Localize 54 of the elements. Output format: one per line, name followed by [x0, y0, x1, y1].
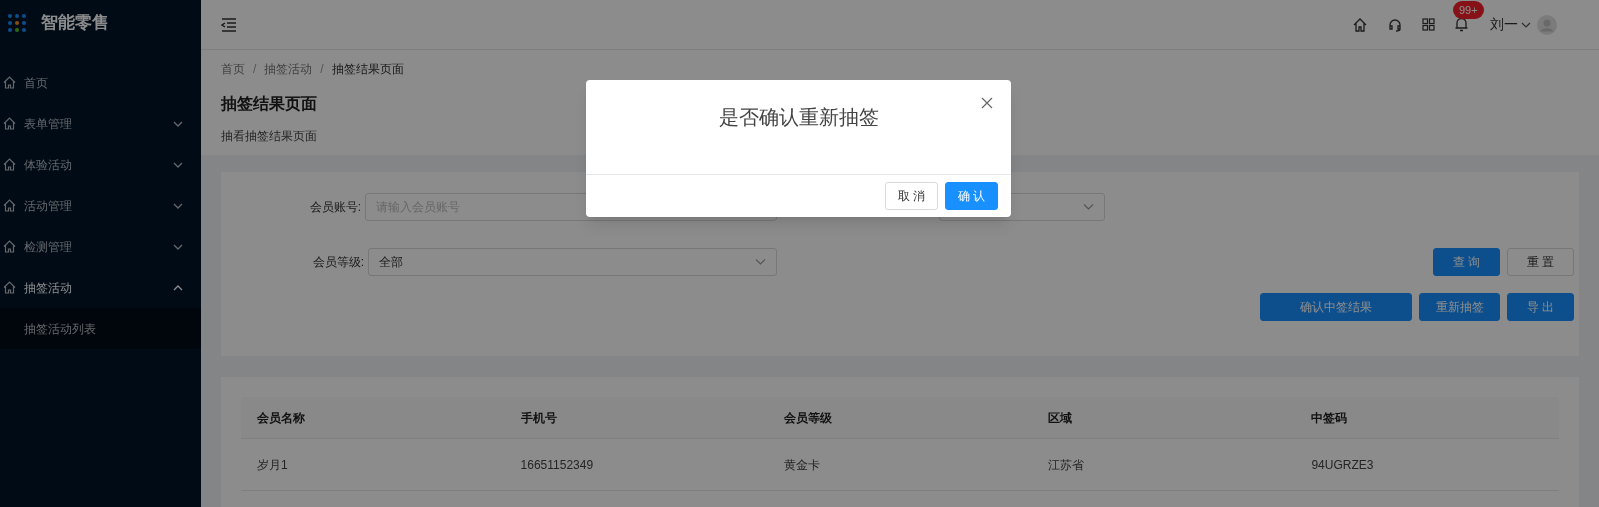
dialog-title: 是否确认重新抽签 [718, 105, 879, 130]
menu-fold-icon[interactable] [221, 17, 237, 32]
field-label: 会员账号: [308, 199, 362, 216]
page-subtitle: 抽看抽签结果页面 [221, 128, 318, 145]
home-icon [3, 76, 16, 89]
page-title: 抽签结果页面 [221, 94, 317, 114]
home-icon[interactable] [1353, 17, 1367, 32]
button[interactable]: 取 消 [885, 182, 938, 210]
home-icon [3, 281, 16, 294]
chevron-down-icon [1083, 204, 1094, 210]
menu-item[interactable]: 抽签活动 [0, 267, 201, 308]
breadcrumb-link[interactable]: 首页 [221, 60, 245, 78]
app-logo-text: 智能零售 [41, 12, 109, 35]
menu-item[interactable]: 体验活动 [0, 144, 201, 185]
menu-item[interactable]: 首页 [0, 62, 201, 103]
home-icon [3, 199, 16, 212]
home-icon [3, 158, 16, 171]
breadcrumb-link[interactable]: 抽签活动 [264, 60, 313, 78]
chevron-down-icon [755, 259, 766, 265]
breadcrumb-separator: / [320, 61, 324, 78]
user-name[interactable]: 刘一 [1490, 14, 1518, 35]
submenu-item[interactable]: 抽签活动列表 [0, 308, 201, 349]
bell-icon[interactable] [1455, 17, 1468, 32]
table-cell-text: 岁月1 [256, 456, 289, 474]
menu-item[interactable]: 检测管理 [0, 226, 201, 267]
home-icon [3, 240, 16, 253]
chevron-down-icon[interactable] [1521, 21, 1531, 28]
breadcrumb-current: 抽签结果页面 [331, 61, 404, 78]
member-level-select[interactable]: 全部 [368, 248, 777, 276]
close-icon[interactable] [981, 97, 993, 109]
menu-item[interactable]: 表单管理 [0, 103, 201, 144]
headset-icon[interactable] [1388, 17, 1402, 32]
column-header: 区域 [1046, 409, 1073, 427]
button[interactable]: 重 置 [1507, 248, 1574, 276]
logo-icon [7, 13, 27, 33]
column-header: 手机号 [519, 409, 558, 427]
breadcrumb-separator: / [253, 61, 257, 78]
table-cell-text: 16651152349 [519, 456, 595, 474]
button[interactable]: 查 询 [1433, 248, 1500, 276]
button[interactable]: 确 认 [945, 182, 998, 210]
button[interactable]: 重新抽签 [1419, 293, 1500, 321]
column-header: 会员名称 [256, 409, 306, 427]
home-icon [3, 117, 16, 130]
table-cell-text: 94UGRZE3 [1310, 456, 1375, 474]
grid-icon[interactable] [1422, 18, 1435, 31]
field-label: 会员等级: [311, 254, 365, 271]
button[interactable]: 确认中签结果 [1260, 293, 1412, 321]
table-cell-text: 江苏省 [1046, 456, 1085, 474]
notification-badge: 99+ [1453, 1, 1484, 19]
column-header: 中签码 [1310, 409, 1349, 427]
button[interactable]: 导 出 [1507, 293, 1574, 321]
table-cell-text: 黄金卡 [783, 456, 822, 474]
menu-item[interactable]: 活动管理 [0, 185, 201, 226]
column-header: 会员等级 [783, 409, 834, 427]
